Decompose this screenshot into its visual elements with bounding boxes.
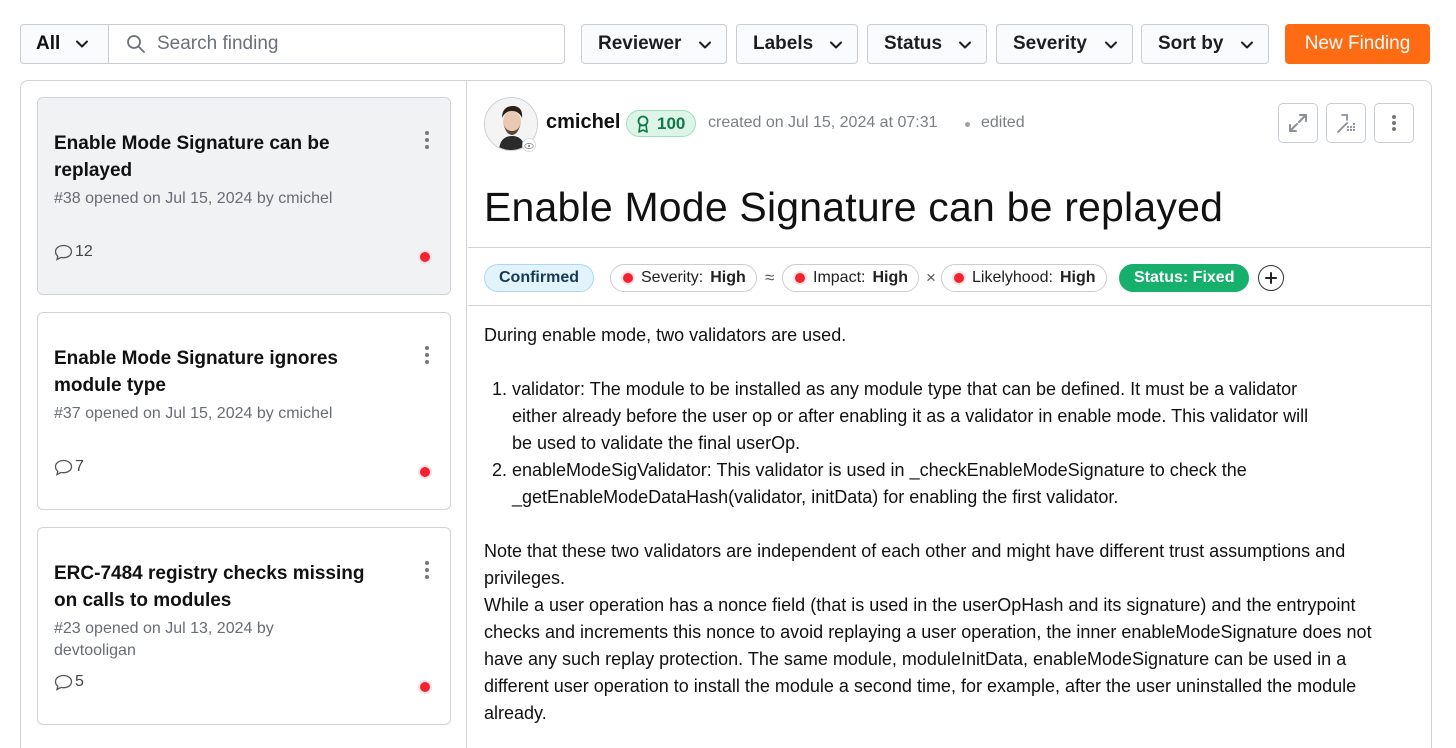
comment-count: 7 xyxy=(54,458,84,476)
comment-count: 5 xyxy=(54,673,84,691)
finding-meta: #37 opened on Jul 15, 2024 by cmichel xyxy=(54,405,333,422)
main-panel: Enable Mode Signature can be replayed #3… xyxy=(20,80,1432,748)
labels-bar: Confirmed Severity: High ≈ Impact: High … xyxy=(468,247,1431,306)
finding-card[interactable]: Enable Mode Signature can be replayed #3… xyxy=(37,97,451,295)
reputation-score: 100 xyxy=(657,113,686,133)
finding-card[interactable]: ERC-7484 registry checks missing on call… xyxy=(37,527,451,725)
impact-value: High xyxy=(872,269,909,286)
chevron-down-icon xyxy=(699,41,711,49)
search-group: All xyxy=(20,24,565,64)
chevron-down-icon xyxy=(830,41,842,49)
comment-icon xyxy=(54,244,73,261)
impact-dot xyxy=(795,273,805,283)
approx-operator: ≈ xyxy=(765,268,775,287)
finding-meta: #23 opened on Jul 13, 2024 by devtooliga… xyxy=(54,620,274,659)
list-item: enableModeSigValidator: This validator i… xyxy=(512,457,1332,511)
scope-label: All xyxy=(36,33,61,54)
severity-dot xyxy=(623,273,633,283)
status-filter-label: Status xyxy=(884,33,943,54)
kebab-icon xyxy=(1392,115,1396,131)
finding-title: ERC-7484 registry checks missing on call… xyxy=(54,563,365,611)
likelihood-key: Likelyhood: xyxy=(972,269,1053,286)
new-finding-button[interactable]: New Finding xyxy=(1285,24,1430,64)
toolbar: All Reviewer Labels Status Severity Sort… xyxy=(20,24,1430,64)
scope-dropdown[interactable]: All xyxy=(21,25,109,63)
finding-title: Enable Mode Signature can be replayed xyxy=(54,133,330,181)
kebab-icon[interactable] xyxy=(424,130,430,150)
finding-title: Enable Mode Signature ignores module typ… xyxy=(54,348,338,396)
status-label[interactable]: Status: Fixed xyxy=(1119,264,1250,292)
export-button[interactable] xyxy=(1326,103,1366,143)
comment-count-value: 7 xyxy=(75,458,84,475)
confirmed-label[interactable]: Confirmed xyxy=(484,264,594,292)
author-name[interactable]: cmichel xyxy=(546,111,620,134)
list-item: validator: The module to be installed as… xyxy=(512,376,1332,457)
likelihood-dot xyxy=(954,273,964,283)
search-input[interactable] xyxy=(157,29,557,59)
edited-indicator[interactable]: edited xyxy=(981,114,1025,132)
labels-filter[interactable]: Labels xyxy=(736,24,858,64)
award-icon xyxy=(637,115,649,133)
expand-button[interactable] xyxy=(1278,103,1318,143)
more-options-button[interactable] xyxy=(1374,103,1414,143)
validators-list: validator: The module to be installed as… xyxy=(512,376,1404,511)
finding-detail: cmichel 100 created on Jul 15, 2024 at 0… xyxy=(468,81,1431,748)
export-icon xyxy=(1337,114,1356,133)
chevron-down-icon xyxy=(1105,41,1117,49)
chevron-down-icon xyxy=(959,41,971,49)
severity-filter[interactable]: Severity xyxy=(996,24,1133,64)
reviewer-filter[interactable]: Reviewer xyxy=(581,24,727,64)
sort-by-dropdown[interactable]: Sort by xyxy=(1141,24,1269,64)
kebab-icon[interactable] xyxy=(424,560,430,580)
body-paragraph: While a user operation has a nonce field… xyxy=(484,595,1372,723)
finding-card[interactable]: Enable Mode Signature ignores module typ… xyxy=(37,312,451,510)
severity-dot xyxy=(420,467,430,477)
sort-by-label: Sort by xyxy=(1158,33,1224,54)
finding-meta: #38 opened on Jul 15, 2024 by cmichel xyxy=(54,190,333,207)
likelihood-label[interactable]: Likelyhood: High xyxy=(941,264,1107,292)
body-paragraph: Note that these two validators are indep… xyxy=(484,541,1346,588)
separator-dot xyxy=(965,122,970,127)
likelihood-value: High xyxy=(1059,269,1096,286)
comment-count-value: 12 xyxy=(75,243,93,260)
severity-key: Severity: xyxy=(641,269,704,286)
impact-label[interactable]: Impact: High xyxy=(782,264,920,292)
severity-dot xyxy=(420,682,430,692)
comment-count: 12 xyxy=(54,243,93,261)
chevron-down-icon xyxy=(1241,41,1253,49)
chevron-down-icon xyxy=(76,40,88,48)
findings-page: All Reviewer Labels Status Severity Sort… xyxy=(0,0,1456,748)
body-intro: During enable mode, two validators are u… xyxy=(484,325,847,345)
findings-list: Enable Mode Signature can be replayed #3… xyxy=(21,81,467,748)
comment-count-value: 5 xyxy=(75,673,84,690)
status-filter[interactable]: Status xyxy=(867,24,987,64)
comment-icon xyxy=(54,459,73,476)
comment-icon xyxy=(54,674,73,691)
visibility-badge xyxy=(522,138,536,152)
severity-value: High xyxy=(710,269,746,286)
times-operator: × xyxy=(926,268,936,287)
plus-icon xyxy=(1265,272,1277,284)
reviewer-filter-label: Reviewer xyxy=(598,33,682,54)
severity-dot xyxy=(420,252,430,262)
finding-body: During enable mode, two validators are u… xyxy=(484,322,1404,727)
severity-label[interactable]: Severity: High xyxy=(610,264,757,292)
finding-detail-title: Enable Mode Signature can be replayed xyxy=(484,184,1224,230)
created-timestamp: created on Jul 15, 2024 at 07:31 xyxy=(708,114,938,131)
search-icon xyxy=(127,35,145,53)
add-label-button[interactable] xyxy=(1258,265,1284,291)
severity-filter-label: Severity xyxy=(1013,33,1087,54)
kebab-icon[interactable] xyxy=(424,345,430,365)
labels-filter-label: Labels xyxy=(753,33,814,54)
eye-icon xyxy=(524,143,534,149)
expand-icon xyxy=(1289,114,1307,132)
impact-key: Impact: xyxy=(813,269,866,286)
reputation-badge: 100 xyxy=(626,110,697,137)
